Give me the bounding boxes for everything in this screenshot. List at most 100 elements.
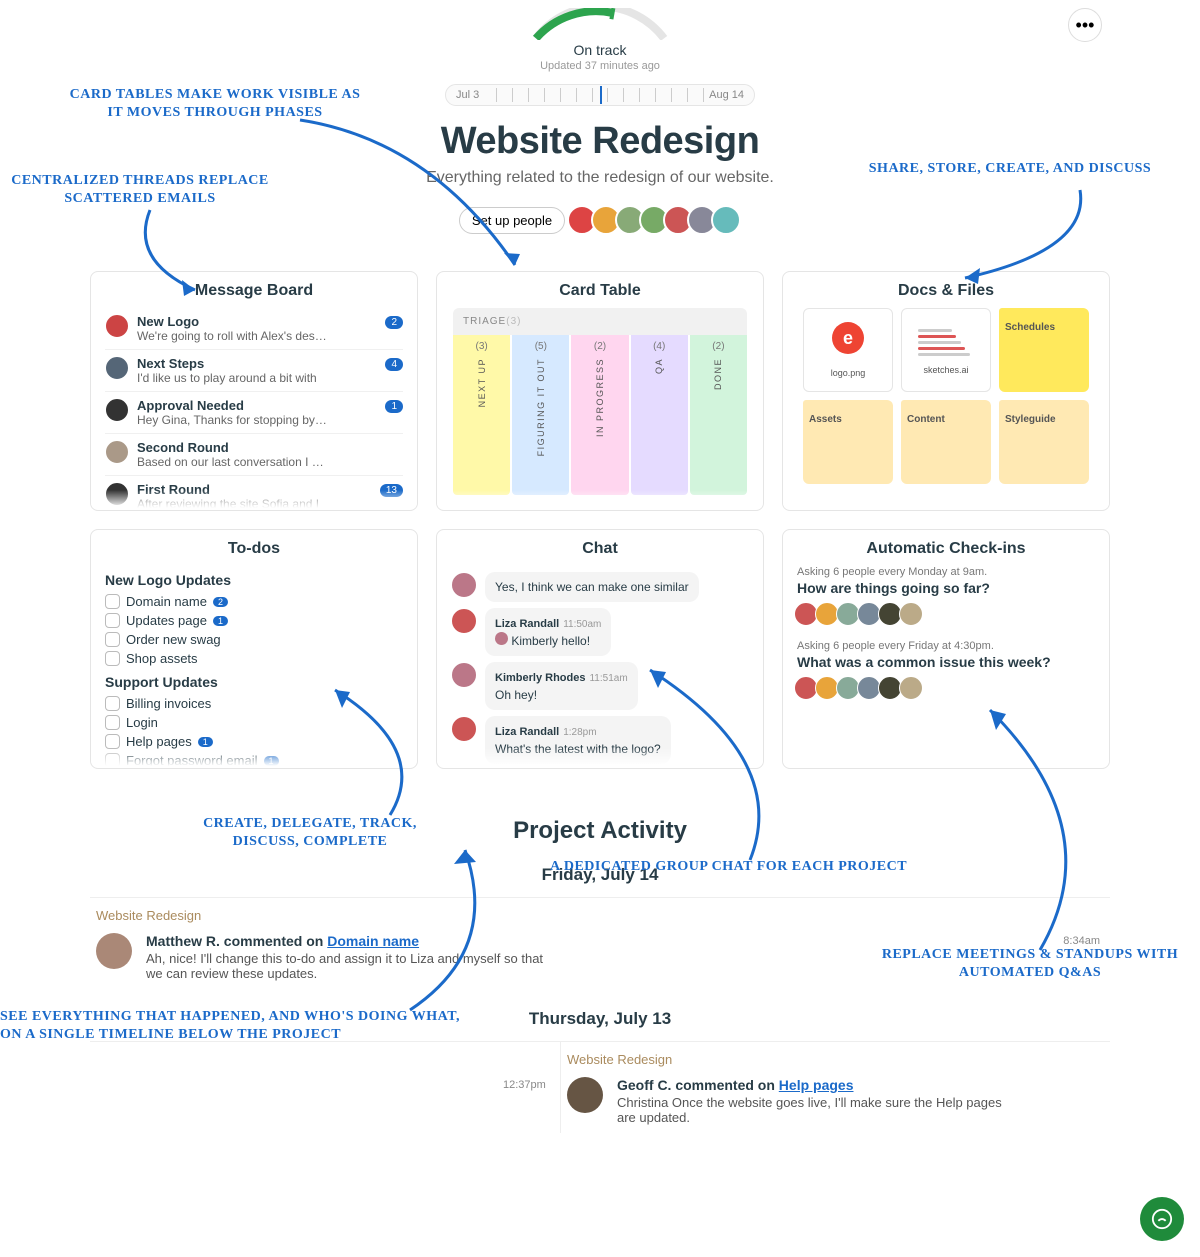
timeline-marker: [600, 86, 602, 104]
activity-time: 12:37pm: [503, 1079, 546, 1091]
chat-author: Kimberly Rhodes: [495, 672, 585, 684]
folder-label: Schedules: [1005, 322, 1055, 333]
people-avatars[interactable]: [573, 205, 741, 235]
timeline-bar[interactable]: Jul 3 Aug 14: [445, 84, 755, 106]
folder-label: Styleguide: [1005, 414, 1056, 425]
message-title: Second Round: [137, 440, 327, 455]
activity-headline: Matthew R. commented on Domain name: [146, 933, 546, 949]
help-fab[interactable]: [1140, 1197, 1184, 1241]
checkbox[interactable]: [105, 613, 120, 628]
kanban-column[interactable]: (3)NEXT UP: [453, 335, 510, 495]
checkin-item[interactable]: Asking 6 people every Friday at 4:30pm.W…: [797, 640, 1095, 700]
message-title: Approval Needed: [137, 398, 327, 413]
count-badge: 1: [213, 616, 228, 626]
checkin-item[interactable]: Asking 6 people every Monday at 9am.How …: [797, 566, 1095, 626]
todo-item[interactable]: Shop assets: [105, 649, 403, 668]
checkbox[interactable]: [105, 696, 120, 711]
message-item[interactable]: New LogoWe're going to roll with Alex's …: [105, 308, 403, 350]
count-badge: 1: [264, 756, 279, 766]
message-snippet: After reviewing the site Sofia and I: [137, 497, 319, 508]
card-title: To-dos: [91, 530, 417, 566]
message-item[interactable]: Second RoundBased on our last conversati…: [105, 434, 403, 476]
todo-text: Forgot password email: [126, 753, 258, 766]
avatar: [451, 572, 477, 598]
file-tile[interactable]: sketches.ai: [901, 308, 991, 392]
chat-author: Liza Randall: [495, 726, 559, 738]
docs-files-card[interactable]: Docs & Files elogo.png sketches.ai Schedul…: [782, 271, 1110, 511]
checkin-avatars: [797, 602, 1095, 626]
chat-message[interactable]: Liza Randall1:28pm What's the latest wit…: [451, 716, 749, 764]
avatar: [451, 662, 477, 688]
checkbox[interactable]: [105, 734, 120, 749]
chat-message[interactable]: Kimberly Rhodes11:51am Oh hey!: [451, 662, 749, 710]
todos-card[interactable]: To-dos New Logo Updates Domain name2Updat…: [90, 529, 418, 769]
project-subtitle: Everything related to the redesign of ou…: [90, 169, 1110, 187]
todo-item[interactable]: Billing invoices: [105, 694, 403, 713]
avatar: [105, 398, 129, 422]
column-label: NEXT UP: [477, 358, 487, 407]
todo-item[interactable]: Domain name2: [105, 592, 403, 611]
activity-project-label: Website Redesign: [90, 898, 1110, 925]
todo-item[interactable]: Updates page1: [105, 611, 403, 630]
todo-item[interactable]: Forgot password email 1: [105, 751, 403, 766]
chat-message[interactable]: Liza Randall11:50am Kimberly hello!: [451, 608, 749, 656]
activity-item[interactable]: 12:37pmGeoff C. commented on Help pagesC…: [561, 1069, 1110, 1133]
card-title: Chat: [437, 530, 763, 566]
count-badge: 2: [385, 316, 403, 329]
file-tile[interactable]: Assets: [803, 400, 893, 484]
count-badge: 1: [198, 737, 213, 747]
file-tile[interactable]: Styleguide: [999, 400, 1089, 484]
kanban-column[interactable]: (2)DONE: [690, 335, 747, 495]
message-item[interactable]: First RoundAfter reviewing the site Sofi…: [105, 476, 403, 508]
chat-card[interactable]: Chat Yes, I think we can make one simila…: [436, 529, 764, 769]
avatar: [105, 314, 129, 338]
file-tile[interactable]: Schedules: [999, 308, 1089, 392]
avatar: [451, 716, 477, 742]
setup-people-button[interactable]: Set up people: [459, 207, 565, 234]
todo-item[interactable]: Help pages1: [105, 732, 403, 751]
file-label: sketches.ai: [923, 365, 968, 375]
todo-section-title[interactable]: New Logo Updates: [105, 572, 403, 588]
card-title: Docs & Files: [783, 272, 1109, 308]
chat-message[interactable]: Yes, I think we can make one similar: [451, 572, 749, 602]
kanban-column[interactable]: (4)QA: [631, 335, 688, 495]
checkin-question: How are things going so far?: [797, 580, 1095, 596]
kanban-column[interactable]: (5)FIGURING IT OUT: [512, 335, 569, 495]
checkbox[interactable]: [105, 594, 120, 609]
checkbox[interactable]: [105, 632, 120, 647]
todo-text: Login: [126, 715, 158, 730]
activity-item[interactable]: 8:34amMatthew R. commented on Domain nam…: [90, 925, 1110, 989]
todo-item[interactable]: Order new swag: [105, 630, 403, 649]
message-snippet: Hey Gina, Thanks for stopping by the: [137, 413, 327, 427]
checkbox[interactable]: [105, 651, 120, 666]
message-item[interactable]: Next StepsI'd like us to play around a b…: [105, 350, 403, 392]
status-updated: Updated 37 minutes ago: [90, 60, 1110, 72]
checkbox[interactable]: [105, 715, 120, 730]
avatar[interactable]: [711, 205, 741, 235]
column-label: DONE: [713, 358, 723, 390]
message-board-card[interactable]: Message Board New LogoWe're going to rol…: [90, 271, 418, 511]
avatar: [451, 608, 477, 634]
checkins-card[interactable]: Automatic Check-ins Asking 6 people ever…: [782, 529, 1110, 769]
count-badge: 1: [385, 400, 403, 413]
chat-time: 1:28pm: [563, 727, 596, 738]
todo-text: Domain name: [126, 594, 207, 609]
card-table-card[interactable]: Card Table TRIAGE(3) (3)NEXT UP(5)FIGURI…: [436, 271, 764, 511]
activity-headline: Geoff C. commented on Help pages: [617, 1077, 1017, 1093]
status-gauge[interactable]: [500, 8, 700, 40]
message-item[interactable]: Approval NeededHey Gina, Thanks for stop…: [105, 392, 403, 434]
file-tile[interactable]: elogo.png: [803, 308, 893, 392]
todo-section-title[interactable]: Support Updates: [105, 674, 403, 690]
file-tile[interactable]: Content: [901, 400, 991, 484]
todo-item[interactable]: Login: [105, 713, 403, 732]
message-title: First Round: [137, 482, 319, 497]
avatar: [105, 356, 129, 380]
more-options-button[interactable]: •••: [1068, 8, 1102, 42]
checkbox[interactable]: [105, 753, 120, 766]
activity-link[interactable]: Domain name: [327, 933, 419, 949]
activity-link[interactable]: Help pages: [779, 1077, 854, 1093]
kanban-column[interactable]: (2)IN PROGRESS: [571, 335, 628, 495]
folder-label: Assets: [809, 414, 842, 425]
folder-label: Content: [907, 414, 945, 425]
chat-text: Kimberly hello!: [508, 634, 590, 648]
